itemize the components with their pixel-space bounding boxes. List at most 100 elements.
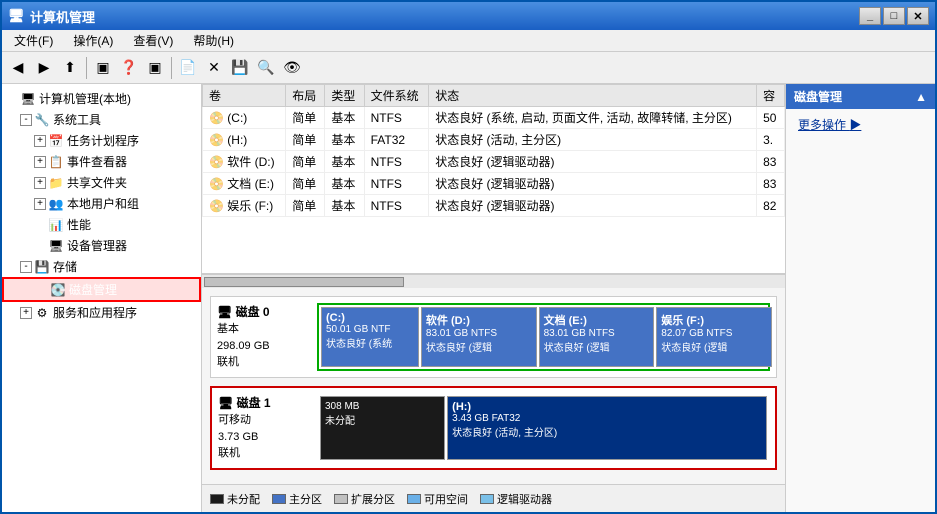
cell-cap: 50 [757,107,785,129]
table-header-row: 卷 布局 类型 文件系统 状态 容 [203,85,785,107]
delete-button[interactable]: ✕ [202,56,226,80]
forward-button[interactable]: ▶ [32,56,56,80]
col-header-type: 类型 [325,85,364,107]
tree-item-performance[interactable]: 📊性能 [2,214,201,235]
cell-vol: 📀 (H:) [203,129,286,151]
tree-item-root[interactable]: 🖥计算机管理(本地) [2,88,201,109]
show-hide-button[interactable]: ▣ [91,56,115,80]
tree-item-system_tools[interactable]: -🔧系统工具 [2,109,201,130]
up-button[interactable]: ⬆ [58,56,82,80]
close-button[interactable]: ✕ [907,7,929,25]
col-header-cap: 容 [757,85,785,107]
tree-icon-local_users: 👥 [48,196,64,212]
legend-logical-label: 逻辑驱动器 [497,491,552,507]
cell-status: 状态良好 (逻辑驱动器) [429,173,757,195]
menu-file[interactable]: 文件(F) [6,30,61,51]
tree-item-local_users[interactable]: +👥本地用户和组 [2,193,201,214]
menu-view[interactable]: 查看(V) [125,30,181,51]
cell-cap: 3. [757,129,785,151]
tree-label-system_tools: 系统工具 [53,111,101,128]
main-content: 🖥计算机管理(本地)-🔧系统工具+📅任务计划程序+📋事件查看器+📁共享文件夹+👥… [2,84,935,512]
disk1-status: 联机 [218,445,310,462]
tree-icon-performance: 📊 [48,217,64,233]
cell-type: 基本 [325,129,364,151]
disk1-unallocated[interactable]: 308 MB 未分配 [320,396,445,460]
toolbar-btn-3[interactable]: ▣ [143,56,167,80]
window-title: 计算机管理 [30,7,859,26]
tree-toggle-local_users[interactable]: + [34,198,46,210]
tree-item-task_scheduler[interactable]: +📅任务计划程序 [2,130,201,151]
back-button[interactable]: ◀ [6,56,30,80]
tree-item-services[interactable]: +⚙服务和应用程序 [2,302,201,323]
cell-fs: NTFS [364,173,429,195]
table-row[interactable]: 📀 (C:)简单基本NTFS状态良好 (系统, 启动, 页面文件, 活动, 故障… [203,107,785,129]
left-panel: 🖥计算机管理(本地)-🔧系统工具+📅任务计划程序+📋事件查看器+📁共享文件夹+👥… [2,84,202,512]
minimize-button[interactable]: _ [859,7,881,25]
cell-type: 基本 [325,107,364,129]
disk0-partition-e[interactable]: 文档 (E:) 83.01 GB NTFS 状态良好 (逻辑 [539,307,655,367]
tree-label-task_scheduler: 任务计划程序 [67,132,139,149]
col-header-vol: 卷 [203,85,286,107]
disk0-status: 联机 [217,354,309,371]
cell-status: 状态良好 (逻辑驱动器) [429,151,757,173]
table-row[interactable]: 📀 文档 (E:)简单基本NTFS状态良好 (逻辑驱动器)83 [203,173,785,195]
disk0-type: 基本 [217,321,309,338]
legend-primary-box [272,494,286,504]
more-actions-arrow: ▶ [849,118,861,132]
menu-help[interactable]: 帮助(H) [185,30,242,51]
tree-label-shared_folders: 共享文件夹 [67,174,127,191]
action-panel-collapse-icon[interactable]: ▲ [915,90,927,104]
legend-extended-label: 扩展分区 [351,491,395,507]
table-row[interactable]: 📀 (H:)简单基本FAT32状态良好 (活动, 主分区)3. [203,129,785,151]
tree-toggle-storage[interactable]: - [20,261,32,273]
action-panel-section: 更多操作 ▶ [786,109,935,140]
tree-label-event_viewer: 事件查看器 [67,153,127,170]
tree-item-event_viewer[interactable]: +📋事件查看器 [2,151,201,172]
disk0-partition-f[interactable]: 娱乐 (F:) 82.07 GB NTFS 状态良好 (逻辑 [656,307,772,367]
tree-icon-root: 🖥 [20,91,36,107]
properties-button[interactable]: 💾 [228,56,252,80]
legend-unallocated-label: 未分配 [227,491,260,507]
help-toolbar-button[interactable]: ❓ [117,56,141,80]
more-actions-item[interactable]: 更多操作 ▶ [786,113,935,136]
tree-item-disk_management[interactable]: 💽磁盘管理 [2,277,201,302]
tree-toggle-task_scheduler[interactable]: + [34,135,46,147]
legend-unallocated-box [210,494,224,504]
tree-item-device_manager[interactable]: 🖥设备管理器 [2,235,201,256]
tree-label-root: 计算机管理(本地) [39,90,131,107]
disk1-partitions: 308 MB 未分配 (H:) 3.43 GB FAT32 状态良好 (活动, … [318,394,769,462]
tree-icon-services: ⚙ [34,305,50,321]
h-scroll-thumb[interactable] [204,277,404,287]
horizontal-scrollbar[interactable] [202,274,785,288]
disk0-partition-c[interactable]: (C:) 50.01 GB NTF 状态良好 (系统 [321,307,419,367]
tree-label-performance: 性能 [67,216,91,233]
disk0-name: 🖥 磁盘 0 [217,303,309,321]
table-row[interactable]: 📀 娱乐 (F:)简单基本NTFS状态良好 (逻辑驱动器)82 [203,195,785,217]
tree-item-shared_folders[interactable]: +📁共享文件夹 [2,172,201,193]
disk1-partition-h[interactable]: (H:) 3.43 GB FAT32 状态良好 (活动, 主分区) [447,396,767,460]
legend-free-box [407,494,421,504]
cell-type: 基本 [325,151,364,173]
tree-label-services: 服务和应用程序 [53,304,137,321]
window-icon: 🖥 [8,8,24,24]
tree-toggle-system_tools[interactable]: - [20,114,32,126]
legend-extended: 扩展分区 [334,491,395,507]
tree-toggle-shared_folders[interactable]: + [34,177,46,189]
tree-icon-system_tools: 🔧 [34,112,50,128]
tree-toggle-event_viewer[interactable]: + [34,156,46,168]
maximize-button[interactable]: □ [883,7,905,25]
search-button[interactable]: 🔍 [254,56,278,80]
tree-label-local_users: 本地用户和组 [67,195,139,212]
tree-item-storage[interactable]: -💾存储 [2,256,201,277]
view-button[interactable]: 👁 [280,56,304,80]
legend-free: 可用空间 [407,491,468,507]
disk-visual-area: 🖥 磁盘 0 基本 298.09 GB 联机 (C:) 50.01 GB NTF… [202,288,785,484]
tree-toggle-services[interactable]: + [20,307,32,319]
cell-type: 基本 [325,173,364,195]
menu-action[interactable]: 操作(A) [65,30,121,51]
disk0-info: 🖥 磁盘 0 基本 298.09 GB 联机 [217,303,317,371]
legend-unallocated: 未分配 [210,491,260,507]
table-row[interactable]: 📀 软件 (D:)简单基本NTFS状态良好 (逻辑驱动器)83 [203,151,785,173]
disk0-partition-d[interactable]: 软件 (D:) 83.01 GB NTFS 状态良好 (逻辑 [421,307,537,367]
new-button[interactable]: 📄 [176,56,200,80]
